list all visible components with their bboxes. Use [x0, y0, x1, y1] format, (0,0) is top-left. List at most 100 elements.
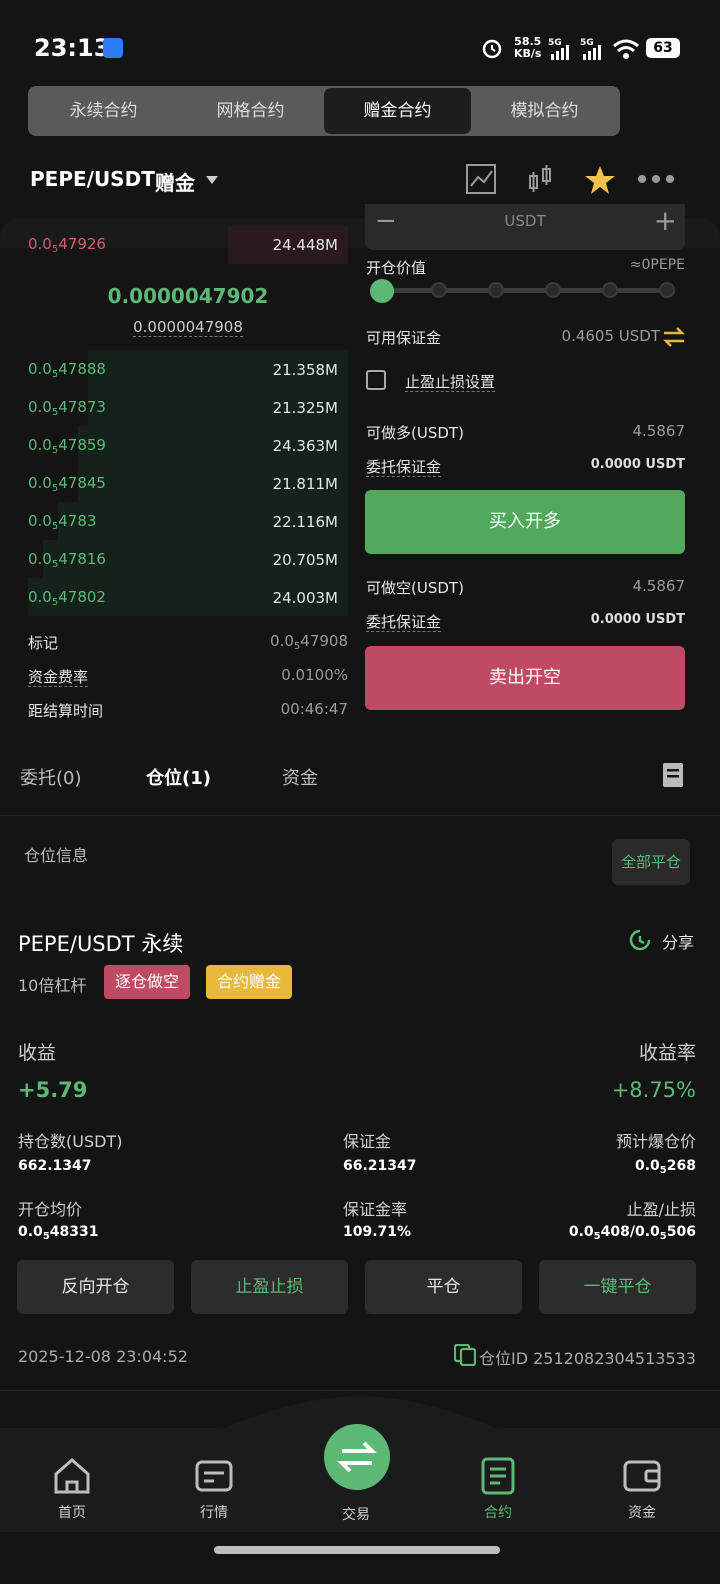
bottom-divider: [0, 1390, 720, 1391]
home-indicator[interactable]: [214, 1546, 500, 1554]
open-value: ≈0PEPE: [629, 257, 685, 273]
slider-step[interactable]: [602, 282, 618, 298]
funding-label[interactable]: 资金费率: [28, 666, 89, 687]
pnl-label: 收益: [18, 1042, 57, 1064]
tab-funds[interactable]: 资金: [282, 764, 318, 790]
nav-contract[interactable]: 合约: [448, 1456, 548, 1522]
bid-row[interactable]: 0.054783 22.116M: [18, 503, 348, 541]
trade-fab[interactable]: [324, 1424, 390, 1490]
qty-label: 持仓数(USDT): [18, 1132, 123, 1151]
close-all-button[interactable]: 全部平仓: [612, 839, 690, 885]
amount-input[interactable]: − USDT +: [365, 204, 685, 250]
ratio-value: 109.71%: [343, 1224, 412, 1240]
slider-step[interactable]: [488, 282, 504, 298]
margin-label: 保证金: [343, 1132, 392, 1151]
qty-value: 662.1347: [18, 1158, 92, 1174]
alarm-icon: [482, 39, 502, 59]
tab-orders[interactable]: 委托(0): [20, 764, 82, 790]
ask-price: 0.0547926: [28, 235, 106, 255]
status-time: 23:13: [34, 34, 111, 62]
nav-home[interactable]: 首页: [22, 1456, 122, 1522]
pair-tag[interactable]: 赠金: [155, 167, 195, 196]
document-icon[interactable]: [662, 762, 684, 788]
reverse-button[interactable]: 反向开仓: [17, 1260, 174, 1314]
leverage-slider[interactable]: [380, 288, 670, 293]
tabs-divider: [0, 815, 720, 816]
margin-label-2[interactable]: 委托保证金: [366, 611, 442, 632]
margin-value-2: 0.0000 USDT: [590, 612, 685, 627]
buy-long-button[interactable]: 买入开多: [365, 490, 685, 554]
tpsl-button[interactable]: 止盈止损: [191, 1260, 348, 1314]
slider-handle[interactable]: [370, 279, 394, 303]
chevron-down-icon[interactable]: [206, 176, 218, 184]
liq-label: 预计爆仓价: [615, 1132, 696, 1151]
leverage: 10倍杠杆: [18, 976, 87, 995]
bid-row[interactable]: 0.0547816 20.705M: [18, 541, 348, 579]
tab-grid[interactable]: 网格合约: [177, 88, 324, 134]
net-speed: 58.5 KB/s: [514, 35, 542, 60]
tab-perpetual[interactable]: 永续合约: [30, 88, 177, 134]
tab-positions[interactable]: 仓位(1): [146, 764, 211, 790]
transfer-icon[interactable]: [662, 326, 686, 348]
tpsl-checkbox[interactable]: [366, 370, 386, 390]
signal-icon-2: [583, 45, 601, 60]
pnl-value: +5.79: [18, 1078, 88, 1102]
settle-label: 距结算时间: [28, 702, 104, 720]
bid-row[interactable]: 0.0547888 21.358M: [18, 351, 348, 389]
copy-icon[interactable]: [454, 1344, 476, 1366]
wifi-icon: [613, 39, 639, 59]
share-label[interactable]: 分享: [662, 929, 694, 953]
signal-icon: [551, 45, 569, 60]
pair-title[interactable]: PEPE/USDT: [30, 167, 155, 191]
quick-close-button[interactable]: 一键平仓: [539, 1260, 696, 1314]
slider-step[interactable]: [659, 282, 675, 298]
roe-label: 收益率: [638, 1042, 696, 1064]
candlestick-icon[interactable]: [526, 164, 556, 194]
slider-step[interactable]: [545, 282, 561, 298]
long-value: 4.5867: [632, 422, 686, 440]
short-label: 可做空(USDT): [366, 579, 464, 597]
entry-value: 0.0548331: [18, 1224, 99, 1242]
nav-assets[interactable]: 资金: [592, 1456, 692, 1522]
ask-amount: 24.448M: [272, 236, 338, 254]
nav-trade[interactable]: 交易: [306, 1504, 406, 1524]
sell-short-button[interactable]: 卖出开空: [365, 646, 685, 710]
mid-price[interactable]: 0.0000047902: [18, 284, 358, 308]
position-id: 仓位ID 2512082304513533: [478, 1349, 696, 1368]
more-icon[interactable]: [636, 172, 676, 186]
bid-row[interactable]: 0.0547802 24.003M: [18, 579, 348, 617]
long-label: 可做多(USDT): [366, 424, 464, 442]
wallet-icon: [623, 1460, 661, 1492]
nav-market[interactable]: 行情: [164, 1456, 264, 1522]
section-title: 仓位信息: [24, 846, 89, 865]
ask-row[interactable]: 0.0547926 24.448M: [18, 226, 348, 264]
star-icon[interactable]: [584, 164, 616, 196]
ratio-label: 保证金率: [343, 1200, 408, 1219]
bid-row[interactable]: 0.0547873 21.325M: [18, 389, 348, 427]
mark-price: 0.0000047908: [133, 318, 243, 337]
margin-value: 0.0000 USDT: [590, 457, 685, 472]
tpsl-label[interactable]: 止盈止损设置: [405, 371, 496, 392]
chart-icon[interactable]: [466, 164, 496, 194]
roe-value: +8.75%: [611, 1078, 696, 1102]
market-icon: [195, 1460, 233, 1492]
plus-icon[interactable]: +: [654, 204, 677, 237]
share-icon[interactable]: [628, 928, 652, 952]
margin-label[interactable]: 委托保证金: [366, 456, 442, 477]
battery-indicator: 63: [646, 38, 680, 58]
bid-row[interactable]: 0.0547845 21.811M: [18, 465, 348, 503]
swap-icon: [337, 1441, 377, 1473]
tab-bonus[interactable]: 赠金合约: [324, 88, 471, 134]
app-notification-icon: [103, 38, 123, 58]
contract-icon: [481, 1457, 515, 1495]
tpsl-label: 止盈/止损: [626, 1200, 696, 1219]
settle-value: 00:46:47: [280, 700, 348, 718]
slider-step[interactable]: [431, 282, 447, 298]
bid-row[interactable]: 0.0547859 24.363M: [18, 427, 348, 465]
close-button[interactable]: 平仓: [365, 1260, 522, 1314]
tab-demo[interactable]: 模拟合约: [471, 88, 618, 134]
funding-value: 0.0100%: [281, 666, 348, 684]
short-value: 4.5867: [632, 577, 686, 595]
liq-value: 0.05268: [634, 1158, 696, 1176]
home-icon: [54, 1458, 90, 1494]
